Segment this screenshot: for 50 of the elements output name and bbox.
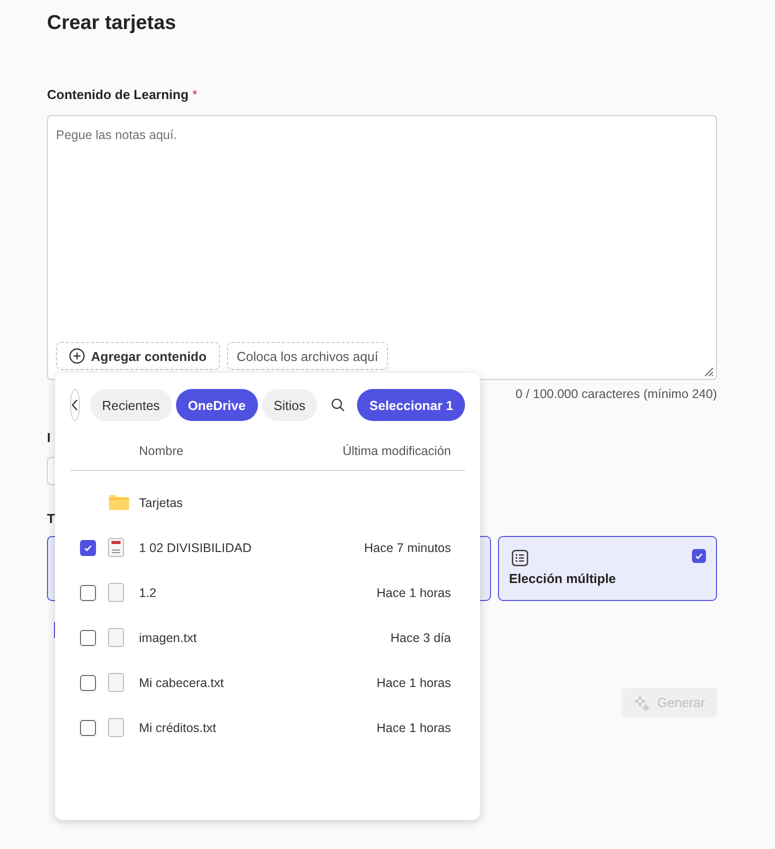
file-icon bbox=[108, 628, 124, 647]
character-count: 0 / 100.000 caracteres (mínimo 240) bbox=[516, 387, 717, 401]
column-header[interactable]: Nombre bbox=[139, 444, 184, 470]
file-icon bbox=[108, 583, 124, 602]
tab[interactable]: Recientes bbox=[90, 389, 172, 421]
file-name[interactable]: imagen.txt bbox=[139, 630, 391, 644]
checkmark-icon bbox=[83, 542, 93, 552]
back-button[interactable] bbox=[70, 389, 80, 421]
modified-time: Hace 3 día bbox=[390, 630, 451, 644]
checkbox[interactable] bbox=[80, 674, 96, 690]
file-icon bbox=[108, 673, 124, 692]
column-header[interactable]: Última modificación bbox=[342, 444, 451, 470]
modified-time: Hace 1 horas bbox=[376, 676, 451, 690]
chevron-left-icon bbox=[71, 399, 79, 411]
checkmark-icon bbox=[694, 551, 704, 561]
placeholder-text: Pegue las notas aquí. bbox=[55, 127, 178, 144]
file-name[interactable]: 1 02 DIVISIBILIDAD bbox=[139, 540, 364, 554]
checkbox[interactable] bbox=[80, 630, 96, 646]
field-label: T bbox=[47, 511, 55, 527]
resize-icon[interactable] bbox=[702, 365, 714, 377]
plus-icon bbox=[69, 348, 85, 364]
file-name[interactable]: Mi cabecera.txt bbox=[139, 676, 377, 690]
page-title: Crear tarjetas bbox=[47, 12, 177, 36]
option-label: Elección múltiple bbox=[509, 571, 617, 586]
field-label: Contenido de Learning bbox=[47, 87, 189, 102]
select-button[interactable]: Seleccionar 1 bbox=[357, 389, 466, 421]
checkbox[interactable] bbox=[692, 549, 706, 563]
add-content-button[interactable]: Agregar contenido bbox=[56, 342, 220, 370]
checkbox[interactable] bbox=[80, 584, 96, 600]
modified-time: Hace 1 horas bbox=[376, 586, 451, 600]
search-icon[interactable] bbox=[331, 398, 346, 412]
file-name[interactable]: Mi créditos.txt bbox=[139, 720, 377, 734]
option-card[interactable]: Elección múltiple bbox=[498, 536, 717, 601]
modified-time: Hace 7 minutos bbox=[364, 540, 451, 554]
tab[interactable]: OneDrive bbox=[176, 389, 258, 421]
list-icon bbox=[511, 549, 529, 567]
checkbox[interactable] bbox=[80, 720, 96, 736]
folder-icon bbox=[108, 494, 130, 511]
tab[interactable]: Sitios bbox=[262, 389, 318, 421]
checkbox[interactable] bbox=[80, 540, 96, 556]
sparkle-icon bbox=[634, 694, 650, 710]
drop-zone[interactable]: Coloca los archivos aquí bbox=[226, 342, 388, 370]
notes-textarea[interactable]: Pegue las notas aquí. Agregar contenido Coloca los archivos aquí bbox=[47, 115, 717, 380]
pdf-file-icon bbox=[108, 538, 124, 557]
file-icon bbox=[108, 718, 124, 737]
modified-time: Hace 1 horas bbox=[376, 720, 451, 734]
required-mark: * bbox=[192, 87, 198, 102]
field-label: I bbox=[47, 430, 51, 446]
file-name[interactable]: Tarjetas bbox=[139, 496, 451, 510]
file-name[interactable]: 1.2 bbox=[139, 586, 377, 600]
